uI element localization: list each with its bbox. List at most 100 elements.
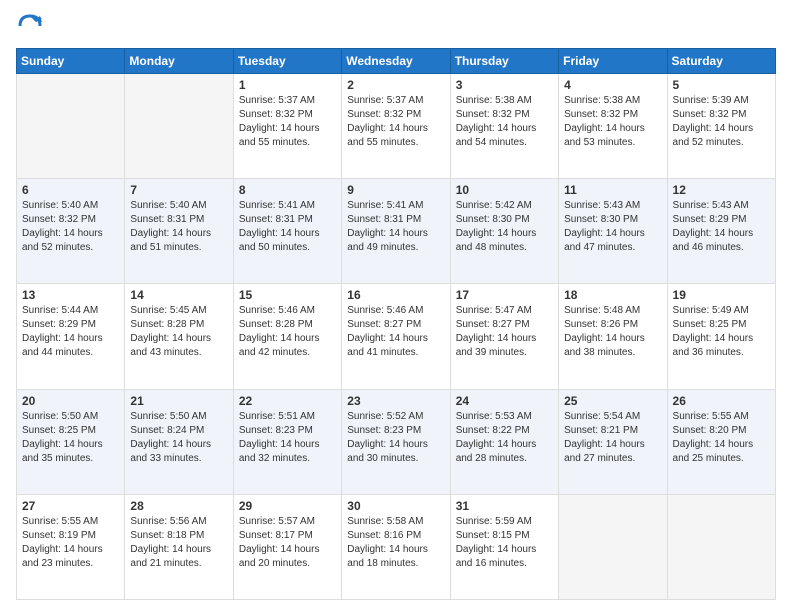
week-row-5: 27Sunrise: 5:55 AM Sunset: 8:19 PM Dayli… [17, 494, 776, 599]
day-info: Sunrise: 5:52 AM Sunset: 8:23 PM Dayligh… [347, 410, 444, 466]
weekday-header-wednesday: Wednesday [342, 49, 450, 74]
header [16, 12, 776, 40]
day-number: 6 [22, 183, 119, 197]
weekday-header-row: SundayMondayTuesdayWednesdayThursdayFrid… [17, 49, 776, 74]
day-cell: 31 Sunrise: 5:59 AM Sunset: 8:15 PM Dayli… [450, 494, 558, 599]
day-info: Sunrise: 5:47 AM Sunset: 8:27 PM Dayligh… [456, 304, 553, 360]
day-cell: 8 Sunrise: 5:41 AM Sunset: 8:31 PM Daylig… [233, 179, 341, 284]
weekday-header-sunday: Sunday [17, 49, 125, 74]
calendar: SundayMondayTuesdayWednesdayThursdayFrid… [16, 48, 776, 600]
day-info: Sunrise: 5:45 AM Sunset: 8:28 PM Dayligh… [130, 304, 227, 360]
day-cell: 19Sunrise: 5:49 AM Sunset: 8:25 PM Dayli… [667, 284, 775, 389]
day-number: 7 [130, 183, 227, 197]
day-number: 25 [564, 394, 661, 408]
day-info: Sunrise: 5:44 AM Sunset: 8:29 PM Dayligh… [22, 304, 119, 360]
day-number: 8 [239, 183, 336, 197]
day-info: Sunrise: 5:55 AM Sunset: 8:20 PM Dayligh… [673, 410, 770, 466]
day-cell: 20 Sunrise: 5:50 AM Sunset: 8:25 PM Dayli… [17, 389, 125, 494]
day-info: Sunrise: 5:59 AM Sunset: 8:15 PM Dayligh… [456, 515, 553, 571]
day-number: 28 [130, 499, 227, 513]
logo [16, 12, 48, 40]
day-number: 16 [347, 288, 444, 302]
day-info: Sunrise: 5:46 AM Sunset: 8:27 PM Dayligh… [347, 304, 444, 360]
day-number: 13 [22, 288, 119, 302]
day-cell: 18 Sunrise: 5:48 AM Sunset: 8:26 PM Dayli… [559, 284, 667, 389]
day-info: Sunrise: 5:54 AM Sunset: 8:21 PM Dayligh… [564, 410, 661, 466]
week-row-3: 13 Sunrise: 5:44 AM Sunset: 8:29 PM Dayli… [17, 284, 776, 389]
day-number: 29 [239, 499, 336, 513]
day-number: 14 [130, 288, 227, 302]
weekday-header-friday: Friday [559, 49, 667, 74]
logo-icon [16, 12, 44, 40]
day-cell: 2 Sunrise: 5:37 AM Sunset: 8:32 PM Daylig… [342, 74, 450, 179]
day-cell: 30 Sunrise: 5:58 AM Sunset: 8:16 PM Dayli… [342, 494, 450, 599]
day-cell: 24 Sunrise: 5:53 AM Sunset: 8:22 PM Dayli… [450, 389, 558, 494]
day-info: Sunrise: 5:50 AM Sunset: 8:24 PM Dayligh… [130, 410, 227, 466]
day-number: 26 [673, 394, 770, 408]
day-info: Sunrise: 5:40 AM Sunset: 8:31 PM Dayligh… [130, 199, 227, 255]
day-info: Sunrise: 5:43 AM Sunset: 8:30 PM Dayligh… [564, 199, 661, 255]
day-info: Sunrise: 5:38 AM Sunset: 8:32 PM Dayligh… [564, 94, 661, 150]
day-number: 19 [673, 288, 770, 302]
day-cell: 7 Sunrise: 5:40 AM Sunset: 8:31 PM Daylig… [125, 179, 233, 284]
day-number: 15 [239, 288, 336, 302]
day-cell [125, 74, 233, 179]
day-info: Sunrise: 5:57 AM Sunset: 8:17 PM Dayligh… [239, 515, 336, 571]
day-number: 5 [673, 78, 770, 92]
day-number: 24 [456, 394, 553, 408]
day-cell: 25 Sunrise: 5:54 AM Sunset: 8:21 PM Dayli… [559, 389, 667, 494]
weekday-header-thursday: Thursday [450, 49, 558, 74]
day-cell: 13 Sunrise: 5:44 AM Sunset: 8:29 PM Dayli… [17, 284, 125, 389]
day-info: Sunrise: 5:41 AM Sunset: 8:31 PM Dayligh… [239, 199, 336, 255]
day-cell: 22Sunrise: 5:51 AM Sunset: 8:23 PM Dayli… [233, 389, 341, 494]
day-number: 23 [347, 394, 444, 408]
day-number: 1 [239, 78, 336, 92]
weekday-header-tuesday: Tuesday [233, 49, 341, 74]
day-number: 3 [456, 78, 553, 92]
day-cell: 27Sunrise: 5:55 AM Sunset: 8:19 PM Dayli… [17, 494, 125, 599]
day-cell: 23 Sunrise: 5:52 AM Sunset: 8:23 PM Dayli… [342, 389, 450, 494]
day-info: Sunrise: 5:37 AM Sunset: 8:32 PM Dayligh… [347, 94, 444, 150]
day-number: 2 [347, 78, 444, 92]
day-info: Sunrise: 5:53 AM Sunset: 8:22 PM Dayligh… [456, 410, 553, 466]
day-info: Sunrise: 5:37 AM Sunset: 8:32 PM Dayligh… [239, 94, 336, 150]
day-cell: 6Sunrise: 5:40 AM Sunset: 8:32 PM Daylig… [17, 179, 125, 284]
day-cell: 11 Sunrise: 5:43 AM Sunset: 8:30 PM Dayli… [559, 179, 667, 284]
week-row-2: 6Sunrise: 5:40 AM Sunset: 8:32 PM Daylig… [17, 179, 776, 284]
day-info: Sunrise: 5:48 AM Sunset: 8:26 PM Dayligh… [564, 304, 661, 360]
day-info: Sunrise: 5:39 AM Sunset: 8:32 PM Dayligh… [673, 94, 770, 150]
day-info: Sunrise: 5:58 AM Sunset: 8:16 PM Dayligh… [347, 515, 444, 571]
day-cell: 28 Sunrise: 5:56 AM Sunset: 8:18 PM Dayli… [125, 494, 233, 599]
day-number: 27 [22, 499, 119, 513]
day-number: 12 [673, 183, 770, 197]
day-number: 31 [456, 499, 553, 513]
day-info: Sunrise: 5:42 AM Sunset: 8:30 PM Dayligh… [456, 199, 553, 255]
day-info: Sunrise: 5:56 AM Sunset: 8:18 PM Dayligh… [130, 515, 227, 571]
day-number: 22 [239, 394, 336, 408]
day-cell: 4Sunrise: 5:38 AM Sunset: 8:32 PM Daylig… [559, 74, 667, 179]
day-cell [667, 494, 775, 599]
day-info: Sunrise: 5:43 AM Sunset: 8:29 PM Dayligh… [673, 199, 770, 255]
day-number: 18 [564, 288, 661, 302]
day-cell [17, 74, 125, 179]
day-cell: 16 Sunrise: 5:46 AM Sunset: 8:27 PM Dayli… [342, 284, 450, 389]
day-cell: 15 Sunrise: 5:46 AM Sunset: 8:28 PM Dayli… [233, 284, 341, 389]
day-number: 9 [347, 183, 444, 197]
day-cell: 14 Sunrise: 5:45 AM Sunset: 8:28 PM Dayli… [125, 284, 233, 389]
day-cell: 9Sunrise: 5:41 AM Sunset: 8:31 PM Daylig… [342, 179, 450, 284]
day-info: Sunrise: 5:50 AM Sunset: 8:25 PM Dayligh… [22, 410, 119, 466]
day-number: 21 [130, 394, 227, 408]
day-cell: 29 Sunrise: 5:57 AM Sunset: 8:17 PM Dayli… [233, 494, 341, 599]
day-info: Sunrise: 5:46 AM Sunset: 8:28 PM Dayligh… [239, 304, 336, 360]
day-number: 30 [347, 499, 444, 513]
weekday-header-monday: Monday [125, 49, 233, 74]
page: SundayMondayTuesdayWednesdayThursdayFrid… [0, 0, 792, 612]
day-number: 11 [564, 183, 661, 197]
day-number: 10 [456, 183, 553, 197]
day-cell: 12 Sunrise: 5:43 AM Sunset: 8:29 PM Dayli… [667, 179, 775, 284]
day-cell: 26 Sunrise: 5:55 AM Sunset: 8:20 PM Dayli… [667, 389, 775, 494]
day-cell: 17 Sunrise: 5:47 AM Sunset: 8:27 PM Dayli… [450, 284, 558, 389]
day-number: 17 [456, 288, 553, 302]
day-cell: 1 Sunrise: 5:37 AM Sunset: 8:32 PM Daylig… [233, 74, 341, 179]
day-number: 20 [22, 394, 119, 408]
